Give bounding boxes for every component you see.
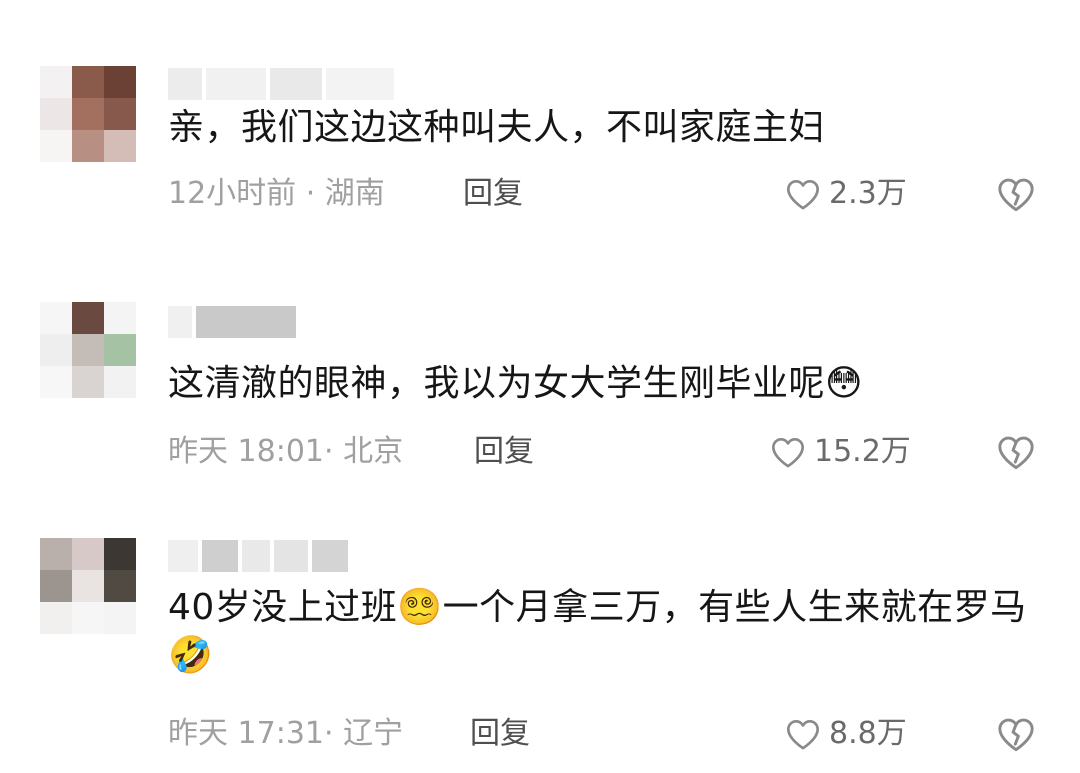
meta-separator: · <box>324 434 344 469</box>
reply-button[interactable]: 回复 <box>463 174 523 214</box>
meta-separator: · <box>296 176 325 211</box>
comment-time: 昨天 17:31 <box>168 716 324 751</box>
commenter-username[interactable] <box>168 306 296 338</box>
reply-button[interactable]: 回复 <box>470 714 530 754</box>
comment-text: 这清澈的眼神，我以为女大学生刚毕业呢😳 <box>168 360 1048 408</box>
like-count: 2.3万 <box>829 176 907 211</box>
commenter-username[interactable] <box>168 540 348 572</box>
like-count: 15.2万 <box>814 434 911 469</box>
flushed-emoji-icon: 😳 <box>825 363 864 404</box>
broken-heart-icon <box>998 178 1034 212</box>
broken-heart-icon <box>998 718 1034 752</box>
comment-location: 北京 <box>343 434 404 469</box>
comment-time: 昨天 18:01 <box>168 434 324 469</box>
reply-button[interactable]: 回复 <box>474 432 534 472</box>
comment-time: 12小时前 <box>168 176 297 211</box>
comment-text: 40岁没上过班😵‍💫一个月拿三万，有些人生来就在罗马 🤣 <box>168 584 1048 680</box>
comment-meta: 昨天 18:01· 北京 <box>168 432 403 472</box>
heart-outline-icon <box>787 180 819 210</box>
heart-outline-icon <box>787 720 819 750</box>
commenter-avatar[interactable] <box>40 538 136 634</box>
comment-location: 湖南 <box>324 176 385 211</box>
dizzy-face-emoji-icon: 😵‍💫 <box>397 587 443 628</box>
like-button[interactable]: 2.3万 <box>783 174 907 214</box>
comment-location: 辽宁 <box>343 716 404 751</box>
comment-item-1: 亲，我们这边这种叫夫人，不叫家庭主妇 12小时前 · 湖南 回复 2.3万 <box>0 0 1080 250</box>
dislike-button[interactable] <box>994 172 1038 216</box>
like-count: 8.8万 <box>829 716 907 751</box>
commenter-username[interactable] <box>168 68 394 100</box>
commenter-avatar[interactable] <box>40 302 136 398</box>
comment-item-2: 这清澈的眼神，我以为女大学生刚毕业呢😳 昨天 18:01· 北京 回复 15.2… <box>0 250 1080 510</box>
comment-text-part: 一个月拿三万，有些人生来就在罗马 <box>442 587 1027 628</box>
comment-meta: 昨天 17:31· 辽宁 <box>168 714 403 754</box>
meta-separator: · <box>324 716 344 751</box>
comment-text: 亲，我们这边这种叫夫人，不叫家庭主妇 <box>168 104 1048 152</box>
comment-text-part: 40岁没上过班 <box>168 587 398 628</box>
comment-meta: 12小时前 · 湖南 <box>168 174 385 214</box>
like-button[interactable]: 8.8万 <box>783 714 907 754</box>
comment-text-part: 这清澈的眼神，我以为女大学生刚毕业呢 <box>168 363 826 404</box>
comment-item-3: 40岁没上过班😵‍💫一个月拿三万，有些人生来就在罗马 🤣 昨天 17:31· 辽宁… <box>0 510 1080 773</box>
rofl-emoji-icon: 🤣 <box>168 635 214 676</box>
dislike-button[interactable] <box>994 430 1038 474</box>
like-button[interactable]: 15.2万 <box>768 432 911 472</box>
comment-text-part: 亲，我们这边这种叫夫人，不叫家庭主妇 <box>168 107 826 148</box>
commenter-avatar[interactable] <box>40 66 136 162</box>
heart-outline-icon <box>772 438 804 468</box>
dislike-button[interactable] <box>994 712 1038 756</box>
broken-heart-icon <box>998 436 1034 470</box>
